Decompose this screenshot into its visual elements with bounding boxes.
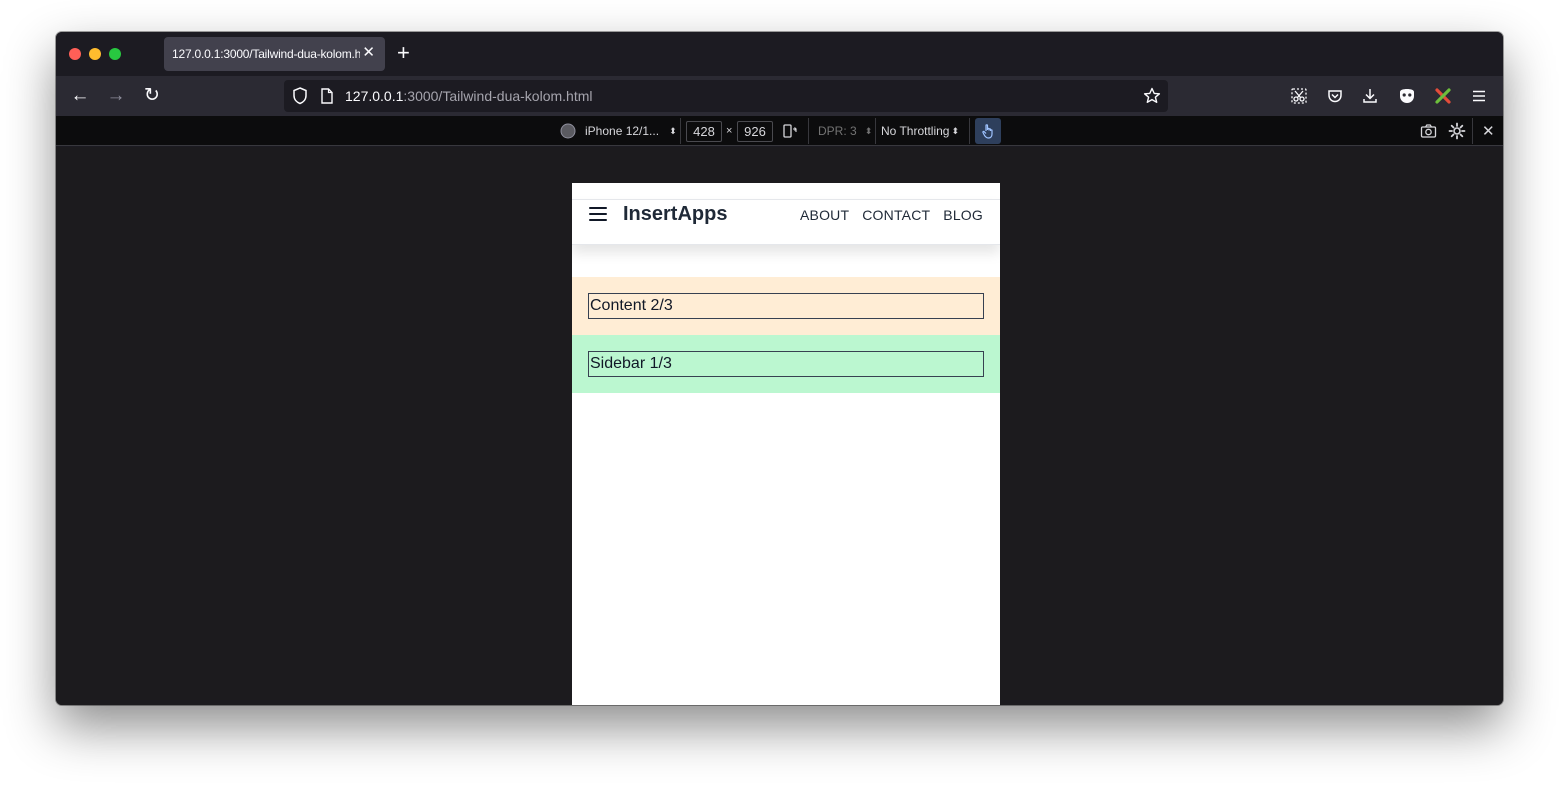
content-section: Content 2/3 (572, 277, 1000, 335)
close-window-button[interactable] (69, 48, 81, 60)
dimension-times-label: × (726, 125, 733, 137)
toolbar-separator (875, 118, 876, 144)
dpr-chevron-icon: ⬍ (864, 125, 873, 136)
throttling-chevron-icon: ⬍ (951, 125, 960, 136)
viewport-area: InsertApps ABOUT CONTACT BLOG Content 2/… (56, 147, 1503, 705)
toolbar-separator (808, 118, 809, 144)
nav-link-contact[interactable]: CONTACT (862, 207, 930, 223)
content-box: Content 2/3 (588, 293, 984, 319)
tab-active[interactable]: 127.0.0.1:3000/Tailwind-dua-kolom.html ✕ (164, 37, 385, 71)
dpr-selector[interactable]: DPR: 3 ⬍ (818, 116, 872, 146)
device-selector[interactable]: iPhone 12/1... ⬍ (585, 116, 677, 146)
rotate-device-icon[interactable] (782, 123, 798, 139)
new-tab-button[interactable]: + (397, 42, 410, 64)
device-compass-icon (560, 123, 576, 139)
site-brand[interactable]: InsertApps (623, 203, 727, 226)
extension-cross-icon[interactable] (1433, 86, 1453, 106)
shield-icon[interactable] (290, 86, 310, 106)
dpr-label: DPR: 3 (818, 124, 857, 138)
sidebar-section: Sidebar 1/3 (572, 335, 1000, 393)
screenshot-scissors-icon[interactable] (1289, 86, 1309, 106)
tab-strip: 127.0.0.1:3000/Tailwind-dua-kolom.html ✕… (56, 32, 1503, 76)
toolbar-separator (1472, 118, 1473, 144)
menu-icon[interactable] (1469, 86, 1489, 106)
url-bar[interactable]: 127.0.0.1:3000/Tailwind-dua-kolom.html (284, 80, 1168, 112)
site-header: InsertApps ABOUT CONTACT BLOG (572, 199, 1000, 245)
url-host: 127.0.0.1 (345, 88, 404, 104)
screenshot-camera-icon[interactable] (1420, 123, 1437, 139)
browser-window: 127.0.0.1:3000/Tailwind-dua-kolom.html ✕… (56, 32, 1503, 705)
forward-arrow-icon[interactable]: → (104, 85, 128, 109)
device-selector-label: iPhone 12/1... (585, 124, 660, 138)
touch-hand-icon (982, 124, 993, 139)
settings-gear-icon[interactable] (1448, 122, 1466, 140)
sidebar-box: Sidebar 1/3 (588, 351, 984, 377)
nav-link-about[interactable]: ABOUT (800, 207, 849, 223)
device-selector-chevron-icon: ⬍ (669, 125, 677, 136)
device-frame: InsertApps ABOUT CONTACT BLOG Content 2/… (572, 183, 1000, 705)
touch-simulation-button[interactable] (975, 118, 1001, 144)
toolbar-separator (969, 118, 970, 144)
zoom-window-button[interactable] (109, 48, 121, 60)
site-nav: ABOUT CONTACT BLOG (800, 207, 983, 223)
hamburger-menu-icon[interactable] (589, 207, 607, 221)
url-text[interactable]: 127.0.0.1:3000/Tailwind-dua-kolom.html (345, 88, 592, 104)
viewport-height-input[interactable]: 926 (737, 121, 773, 142)
toolbar-separator (680, 118, 681, 144)
reload-icon[interactable]: ↻ (140, 85, 164, 109)
tab-title: 127.0.0.1:3000/Tailwind-dua-kolom.html (172, 47, 360, 61)
minimize-window-button[interactable] (89, 48, 101, 60)
download-icon[interactable] (1360, 86, 1380, 106)
throttling-label: No Throttling (881, 124, 950, 138)
url-path: :3000/Tailwind-dua-kolom.html (403, 88, 593, 104)
close-rdm-icon[interactable]: ✕ (1482, 116, 1495, 146)
back-arrow-icon[interactable]: ← (68, 85, 92, 109)
pocket-icon[interactable] (1325, 86, 1345, 106)
tab-close-icon[interactable]: ✕ (362, 45, 375, 61)
bookmark-star-icon[interactable] (1142, 86, 1162, 106)
throttling-selector[interactable]: No Throttling ⬍ (881, 116, 959, 146)
page-info-icon[interactable] (318, 87, 336, 105)
viewport-width-input[interactable]: 428 (686, 121, 722, 142)
navigation-toolbar: ← → ↻ 127.0.0.1:3000/Tailwind-dua-kolom.… (56, 76, 1503, 116)
responsive-design-toolbar: iPhone 12/1... ⬍ 428 × 926 DPR: 3 ⬍ No T… (56, 116, 1503, 146)
extension-mask-icon[interactable] (1397, 86, 1417, 106)
nav-link-blog[interactable]: BLOG (943, 207, 983, 223)
